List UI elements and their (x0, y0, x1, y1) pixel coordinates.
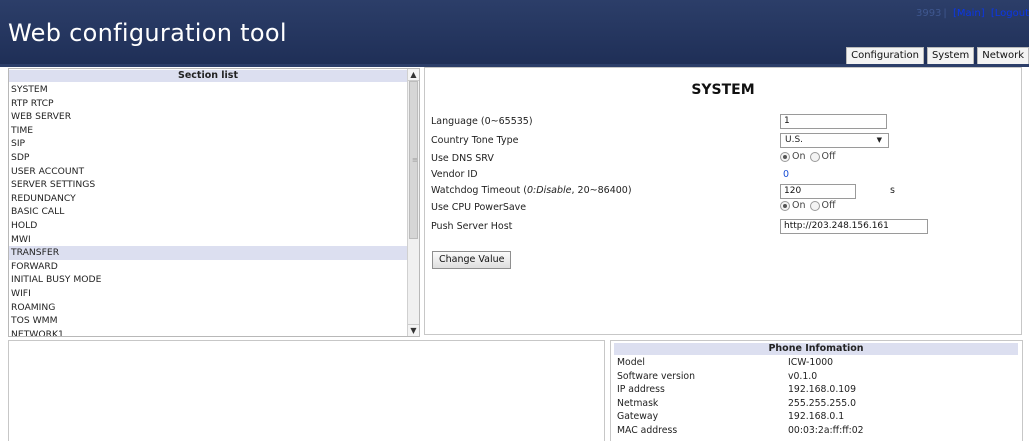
port-number: 3993 (915, 8, 942, 19)
vendor-id-value: 0 (783, 169, 790, 180)
section-item-roaming[interactable]: ROAMING (11, 301, 407, 315)
section-item-initial-busy-mode[interactable]: INITIAL BUSY MODE (11, 273, 407, 287)
dns-srv-on-radio[interactable] (780, 151, 790, 162)
info-value: 192.168.0.1 (788, 411, 845, 422)
info-key: Netmask (617, 398, 659, 409)
info-key: MAC address (617, 425, 678, 436)
push-server-input[interactable]: http://203.248.156.161 (780, 219, 928, 234)
dropdown-arrow-icon: ▼ (876, 136, 882, 144)
info-key: Model (617, 357, 645, 368)
phone-information-panel: Phone Infomation Model ICW-1000 Software… (610, 340, 1023, 441)
cpu-powersave-off-radio[interactable] (809, 200, 820, 211)
language-label: Language (0~65535) (431, 116, 533, 127)
info-value: v0.1.0 (788, 371, 818, 382)
header-banner: Web configuration tool 3993 | [Main] [Log… (0, 0, 1029, 65)
country-tone-value: U.S. (785, 135, 804, 145)
scroll-up-arrow-icon[interactable]: ▲ (408, 69, 419, 81)
top-tabs: Configuration System Network (843, 47, 1029, 65)
info-key: Software version (617, 371, 695, 382)
tab-configuration[interactable]: Configuration (846, 47, 924, 65)
section-item-hold[interactable]: HOLD (11, 219, 407, 233)
info-value: 00:03:2a:ff:ff:02 (788, 425, 864, 436)
phone-info-title: Phone Infomation (614, 343, 1018, 355)
section-item-web-server[interactable]: WEB SERVER (11, 110, 407, 124)
cpu-powersave-on-label: On (792, 200, 806, 211)
info-row-mac-address: MAC address 00:03:2a:ff:ff:02 (617, 425, 1017, 437)
section-item-user-account[interactable]: USER ACCOUNT (11, 165, 407, 179)
section-list-panel: Section list SYSTEM RTP RTCP WEB SERVER … (8, 68, 420, 337)
logout-link[interactable]: [Logout (991, 8, 1029, 19)
section-item-network1[interactable]: NETWORK1 (11, 328, 407, 336)
language-input[interactable]: 1 (780, 114, 887, 129)
section-item-transfer[interactable]: TRANSFER (9, 246, 407, 260)
country-tone-label: Country Tone Type (431, 135, 519, 146)
section-list: SYSTEM RTP RTCP WEB SERVER TIME SIP SDP … (9, 83, 407, 336)
info-value: 255.255.255.0 (788, 398, 857, 409)
info-value: 192.168.0.109 (788, 384, 857, 395)
cpu-powersave-on-radio[interactable] (780, 200, 790, 211)
cpu-powersave-label: Use CPU PowerSave (431, 202, 527, 213)
watchdog-label: Watchdog Timeout (0:Disable, 20~86400) (431, 185, 632, 196)
dns-srv-off-radio[interactable] (809, 151, 820, 162)
cpu-powersave-radio-group: On Off (780, 200, 840, 211)
country-tone-select[interactable]: U.S. ▼ (780, 133, 889, 148)
tab-network[interactable]: Network (977, 47, 1029, 65)
section-list-scrollbar[interactable]: ▲ ≡ ▼ (407, 69, 419, 336)
vendor-id-label: Vendor ID (431, 169, 478, 180)
section-item-system[interactable]: SYSTEM (11, 83, 407, 97)
section-item-redundancy[interactable]: REDUNDANCY (11, 192, 407, 206)
info-row-netmask: Netmask 255.255.255.0 (617, 398, 1017, 410)
section-item-mwi[interactable]: MWI (11, 233, 407, 247)
dns-srv-on-label: On (792, 151, 806, 162)
change-value-button[interactable]: Change Value (432, 251, 512, 269)
dns-srv-label: Use DNS SRV (431, 153, 494, 164)
info-key: Gateway (617, 411, 659, 422)
section-item-time[interactable]: TIME (11, 124, 407, 138)
info-row-ip-address: IP address 192.168.0.109 (617, 384, 1017, 396)
bottom-left-panel (8, 340, 605, 441)
watchdog-input[interactable]: 120 (780, 184, 856, 199)
section-item-sdp[interactable]: SDP (11, 151, 407, 165)
section-list-title: Section list (9, 70, 407, 82)
app-title: Web configuration tool (8, 19, 287, 47)
main-link[interactable]: [Main] (953, 8, 985, 19)
info-value: ICW-1000 (788, 357, 834, 368)
info-row-gateway: Gateway 192.168.0.1 (617, 411, 1017, 423)
section-item-sip[interactable]: SIP (11, 137, 407, 151)
push-server-label: Push Server Host (431, 221, 513, 232)
section-item-server-settings[interactable]: SERVER SETTINGS (11, 178, 407, 192)
info-row-software-version: Software version v0.1.0 (617, 371, 1017, 383)
section-item-forward[interactable]: FORWARD (11, 260, 407, 274)
dns-srv-radio-group: On Off (780, 151, 840, 162)
system-settings-panel: SYSTEM Language (0~65535) 1 Country Tone… (424, 67, 1022, 335)
scroll-thumb[interactable]: ≡ (409, 81, 418, 239)
info-key: IP address (617, 384, 665, 395)
top-links: 3993 | [Main] [Logout (915, 8, 1029, 19)
tab-system[interactable]: System (926, 47, 975, 65)
cpu-powersave-off-label: Off (821, 200, 836, 211)
scroll-down-arrow-icon[interactable]: ▼ (408, 324, 419, 336)
watchdog-unit: s (890, 185, 895, 196)
section-item-wifi[interactable]: WIFI (11, 287, 407, 301)
system-title: SYSTEM (691, 82, 755, 98)
section-item-basic-call[interactable]: BASIC CALL (11, 205, 407, 219)
section-item-rtp-rtcp[interactable]: RTP RTCP (11, 97, 407, 111)
section-item-tos-wmm[interactable]: TOS WMM (11, 314, 407, 328)
dns-srv-off-label: Off (821, 151, 836, 162)
info-row-model: Model ICW-1000 (617, 357, 1017, 369)
